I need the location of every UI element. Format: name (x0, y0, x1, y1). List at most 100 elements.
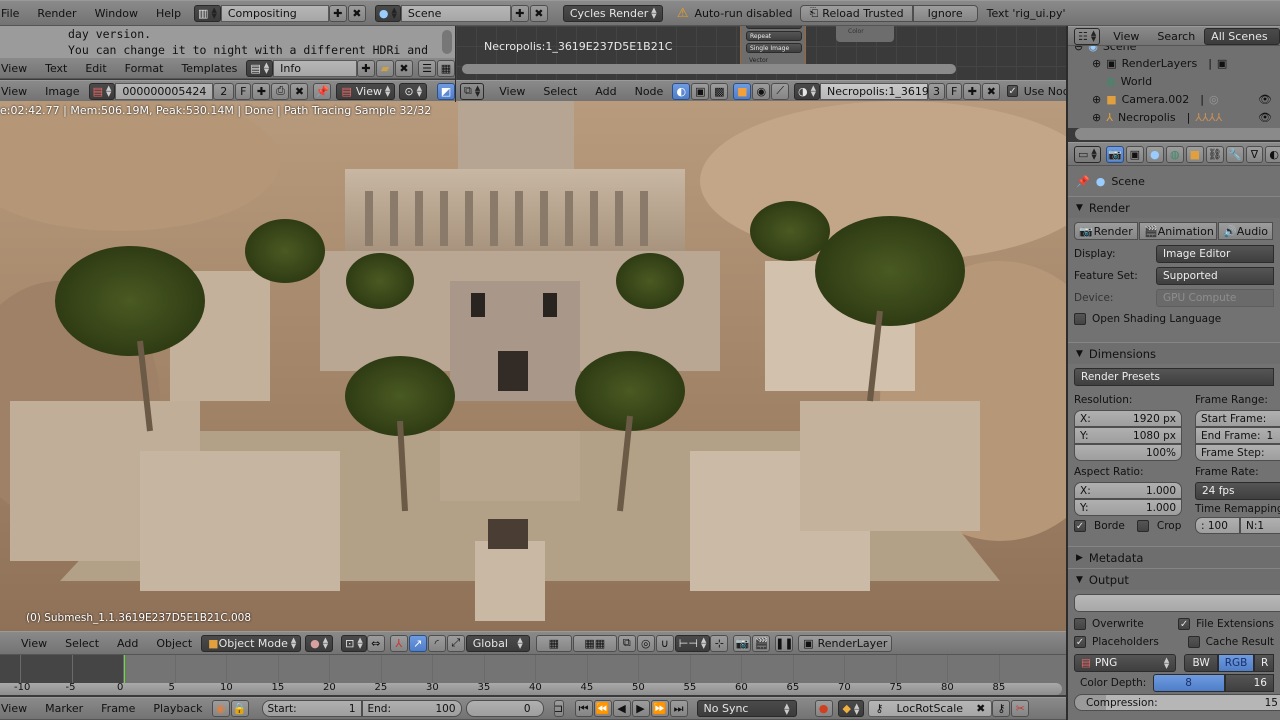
proportional-edit-button[interactable]: ◎ (636, 634, 655, 652)
new-material-button[interactable]: ✚ (963, 82, 982, 100)
layers-grid-2[interactable]: ▦▦ (572, 634, 617, 652)
tab-scene[interactable]: ● (1145, 145, 1164, 163)
menu-help[interactable]: Help (147, 7, 190, 20)
device-select[interactable]: GPU Compute (1156, 289, 1274, 307)
compositing-nodes-button[interactable]: ▣ (691, 82, 710, 100)
current-frame-field[interactable]: 0 (465, 700, 544, 717)
placeholders-checkbox[interactable]: ✓ (1074, 636, 1086, 648)
rotate-manipulator[interactable]: ◜ (427, 634, 446, 652)
translate-manipulator[interactable]: ↗ (408, 634, 427, 652)
new-text-button[interactable]: ✚ (357, 59, 375, 77)
sample-button[interactable]: ◩ (437, 82, 455, 100)
tab-object-constraints[interactable]: ⛓ (1205, 145, 1224, 163)
text-menu-edit[interactable]: Edit (76, 62, 115, 75)
object-shader-button[interactable]: ■ (733, 82, 752, 100)
mode-select[interactable]: ■ Object Mode ▲ ▼ (201, 634, 302, 652)
linestyle-shader-button[interactable]: ⟋ (771, 82, 790, 100)
outliner-editor-type[interactable]: ☷ ▲ ▼ (1074, 27, 1101, 45)
world-shader-button[interactable]: ◉ (752, 82, 771, 100)
ignore-button[interactable]: Ignore (912, 4, 978, 22)
keying-mode-select[interactable]: ◆ ▲ ▼ (837, 700, 865, 717)
frame-rate-select[interactable]: 24 fps (1195, 482, 1280, 500)
reload-trusted-button[interactable]: ⎗ Reload Trusted (800, 4, 913, 22)
image-menu-view[interactable]: View (0, 85, 36, 98)
scene-selector[interactable]: ● ▲ ▼ (374, 4, 401, 22)
tab-object[interactable]: ■ (1185, 145, 1204, 163)
timeline-menu-playback[interactable]: Playback (144, 702, 211, 715)
overwrite-checkbox[interactable] (1074, 618, 1086, 630)
viewport-menu-object[interactable]: Object (147, 637, 201, 650)
use-nodes-checkbox[interactable]: ✓ (1007, 85, 1018, 97)
color-depth-16[interactable]: 16 (1224, 674, 1274, 692)
node-option-extension[interactable]: Repeat (746, 31, 802, 41)
file-format-select[interactable]: ▤ PNG ▲ ▼ (1074, 654, 1177, 672)
frame-step-field[interactable]: Frame Step: (1195, 444, 1280, 461)
outliner-display-mode[interactable]: All Scenes (1204, 27, 1280, 45)
scale-manipulator[interactable]: ⤢ (446, 634, 465, 652)
delete-keyframe-button[interactable]: ✂ (1011, 700, 1030, 717)
node-menu-node[interactable]: Node (626, 85, 673, 98)
display-select[interactable]: Image Editor (1156, 245, 1274, 263)
start-frame-field[interactable]: Start: 1 (261, 700, 362, 717)
view-mode-select[interactable]: ▤ View ▲ ▼ (336, 82, 396, 100)
resolution-x-field[interactable]: X: 1920 px (1074, 410, 1182, 427)
text-scrollbar[interactable] (442, 30, 452, 54)
start-frame-field[interactable]: Start Frame: (1195, 410, 1280, 427)
tab-modifiers[interactable]: 🔧 (1225, 145, 1244, 163)
new-image-button[interactable]: ✚ (252, 82, 271, 100)
time-remap-old-field[interactable]: : 100 (1195, 517, 1240, 534)
output-node[interactable]: Color (836, 26, 894, 42)
unlink-image-button[interactable]: ✖ (290, 82, 309, 100)
image-menu-image[interactable]: Image (36, 85, 88, 98)
add-screen-button[interactable]: ✚ (328, 4, 347, 22)
material-users[interactable]: 3 (928, 82, 946, 100)
unlink-text-button[interactable]: ✖ (395, 59, 413, 77)
visibility-eye-icon[interactable]: 👁 (1258, 111, 1272, 124)
image-fake-user[interactable]: F (235, 82, 252, 100)
opengl-anim-button[interactable]: 🎬 (752, 634, 771, 652)
node-scrollbar[interactable] (462, 64, 956, 74)
menu-window[interactable]: Window (86, 7, 147, 20)
timeline-area[interactable]: -10 -5 0 5 10 15 20 25 30 35 40 45 50 55 60 65 70 75 80 85 (0, 655, 1068, 695)
delete-scene-button[interactable]: ✖ (529, 4, 548, 22)
viewport-menu-select[interactable]: Select (56, 637, 108, 650)
time-remap-new-field[interactable]: N:1 (1240, 517, 1280, 534)
material-selector[interactable]: ◑ ▲ ▼ (794, 82, 821, 100)
keyframe-jump-button[interactable]: ⊐ (553, 700, 564, 717)
area-divider[interactable] (455, 26, 456, 102)
snap-target-button[interactable]: ⊹ (710, 634, 729, 652)
timeline-menu-view[interactable]: View (0, 702, 36, 715)
pause-button[interactable]: ❚❚ (775, 634, 794, 652)
file-extensions-checkbox[interactable]: ✓ (1178, 618, 1191, 630)
snap-toggle[interactable]: ∪ (655, 634, 674, 652)
auto-keying-button[interactable]: ● (814, 700, 833, 717)
delete-screen-button[interactable]: ✖ (347, 4, 366, 22)
lock-layers-button[interactable]: ⧉ (617, 634, 636, 652)
lock-time-button[interactable]: 🔒 (230, 700, 249, 717)
insert-keyframe-button[interactable]: ⚷ (992, 700, 1011, 717)
outliner-scrollbar[interactable] (1075, 128, 1280, 140)
material-field[interactable]: Necropolis:1_3619... (820, 82, 939, 100)
dimensions-panel-header[interactable]: ▼ Dimensions (1068, 342, 1280, 364)
aspect-x-field[interactable]: X: 1.000 (1074, 482, 1182, 499)
render-engine-select[interactable]: Cycles Render ▲ ▼ (562, 4, 663, 22)
node-option-projection[interactable]: Flat (746, 26, 802, 29)
shading-select[interactable]: ● ▲ ▼ (305, 634, 334, 652)
orientation-select[interactable]: Global ▲ ▼ (465, 634, 530, 652)
pin-icon[interactable]: 📌 (1076, 175, 1090, 188)
manipulate-center-button[interactable]: ⇔ (366, 634, 385, 652)
resolution-percentage-field[interactable]: 100% (1074, 444, 1182, 461)
shader-nodes-button[interactable]: ◐ (672, 82, 691, 100)
layers-grid-1[interactable]: ▦ (535, 634, 572, 652)
jump-start-button[interactable]: ⏮ (574, 700, 593, 717)
color-mode-rgb[interactable]: RGB (1218, 654, 1254, 672)
crop-checkbox[interactable] (1136, 520, 1149, 532)
metadata-panel-header[interactable]: ▶ Metadata (1068, 546, 1280, 568)
color-mode-bw[interactable]: BW (1184, 654, 1218, 672)
play-reverse-button[interactable]: ◀ (612, 700, 631, 717)
pin-image-button[interactable]: 📌 (313, 82, 332, 100)
word-wrap-toggle[interactable]: ▦ (437, 59, 455, 77)
editor-type-selector[interactable]: ⧉ ▲ ▼ (460, 82, 485, 100)
text-datablock-selector[interactable]: ▤ ▲ ▼ (246, 59, 274, 77)
tab-render-layers[interactable]: ▣ (1125, 145, 1144, 163)
